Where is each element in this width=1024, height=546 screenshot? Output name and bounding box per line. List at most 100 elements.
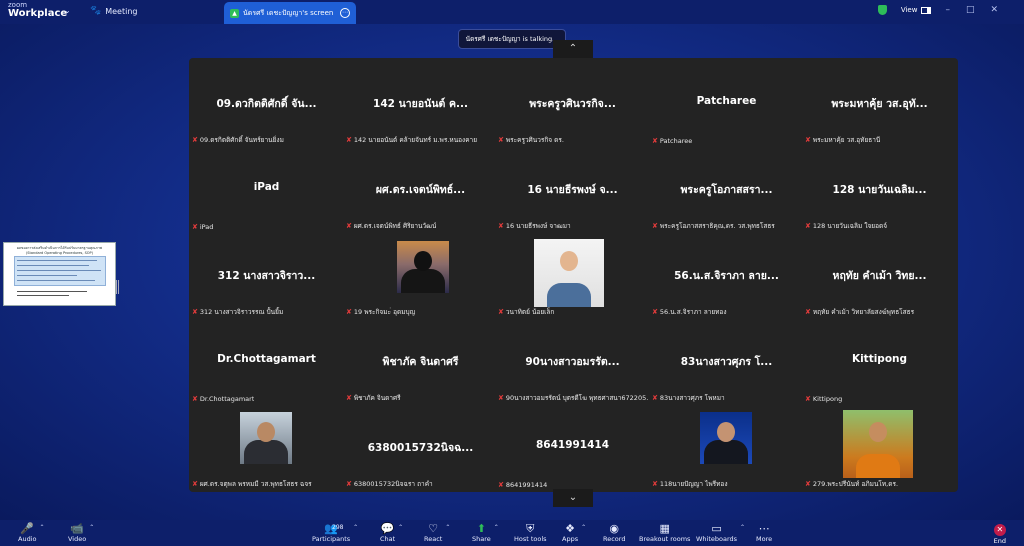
chat-label: Chat <box>380 535 396 543</box>
gallery-prev-page-button[interactable]: ⌃ <box>553 40 593 58</box>
share-button[interactable]: ⬆ Share ⌃ <box>472 522 499 543</box>
gallery-next-page-button[interactable]: ⌄ <box>553 489 593 507</box>
participant-name: 128 นายวันเฉลิม ใจยอดจ์ <box>812 222 888 230</box>
gallery-view: 09.ดวกิตติศักดิ์ จัน... ✘ 09.ดรกิตติศักดิ์… <box>189 58 958 492</box>
chevron-up-icon[interactable]: ⌃ <box>494 524 499 531</box>
chevron-up-icon[interactable]: ⌃ <box>740 524 745 531</box>
participant-display-name: พิชาภัค จินดาศรี <box>382 356 459 368</box>
slide-line <box>17 260 97 261</box>
participant-tile[interactable]: ✘ ผศ.ดร.จตุพล พรหมมี วส.พุทธโสธร ฉจร <box>190 407 343 493</box>
participant-tile[interactable]: Patcharee ✘ Patcharee <box>650 63 803 149</box>
chevron-up-icon[interactable]: ⌃ <box>445 524 450 531</box>
participant-tile[interactable]: 90นางสาวอมรรัต... ✘ 90นางสาวอมรรัตน์ บุตรด… <box>496 321 649 407</box>
participant-name-label: ✘ Dr.Chottagamart <box>192 395 254 403</box>
apps-icon: ❖ <box>565 522 575 535</box>
participant-tile[interactable]: 83นางสาวศุภร โ... ✘ 83นางสาวศุภร โพหมา <box>650 321 803 407</box>
share-label: Share <box>472 535 491 543</box>
participant-display-name: Kittipong <box>851 353 908 365</box>
slide-title: ผลของการส่งเสริมดำเนินการได้รับปรับมาตรฐ… <box>16 246 103 250</box>
participant-tile[interactable]: 6380015732นิจฉ... ✘ 6380015732นิจฉรา ถาคำ <box>344 407 497 493</box>
chevron-up-icon[interactable]: ⌃ <box>398 524 403 531</box>
participant-display-name: 09.ดวกิตติศักดิ์ จัน... <box>216 98 317 110</box>
chevron-up-icon[interactable]: ⌃ <box>353 524 358 531</box>
video-button[interactable]: 📹 Video ⌃ <box>68 522 94 543</box>
participant-name-label: ✘ 312 นางสาวจิราวรรณ ปั้นยิ้ม <box>192 307 283 317</box>
participant-tile[interactable]: Dr.Chottagamart ✘ Dr.Chottagamart <box>190 321 343 407</box>
participant-tile[interactable]: 8641991414 ✘ 8641991414 <box>496 407 649 493</box>
apps-button[interactable]: ❖ Apps ⌃ <box>562 522 586 543</box>
participant-name-label: ✘ 279.พระปรีนันท์ อภิมนโท,ดร. <box>805 479 898 489</box>
slide-line <box>17 280 95 281</box>
close-icon: ✕ <box>993 524 1006 536</box>
shield-icon: ⛨ <box>526 522 535 535</box>
shared-screen-tab[interactable]: ▲ นัดรศรี เดชะปัญญา's screen ⋯ <box>224 2 356 24</box>
participants-button[interactable]: 👥 298 Participants ⌃ <box>312 522 358 543</box>
microphone-muted-icon: ✘ <box>652 137 658 145</box>
microphone-muted-icon: ✘ <box>652 394 658 402</box>
whiteboard-icon: ▭ <box>711 522 722 535</box>
participant-name-label: ✘ หฤทัย คำเม้า วิทยาลัยสงฆ์พุทธโสธร <box>805 307 914 317</box>
participant-name-label: ✘ Patcharee <box>652 137 692 145</box>
participant-tile[interactable]: หฤทัย คำเม้า วิทย... ✘ หฤทัย คำเม้า วิทยาล… <box>803 235 956 321</box>
microphone-muted-icon: ✘ <box>346 222 352 230</box>
end-meeting-button[interactable]: ✕ End <box>994 524 1006 545</box>
audio-button[interactable]: 🎤 Audio ⌃ <box>18 522 44 543</box>
heart-icon: ♡ <box>428 522 439 535</box>
breakout-rooms-button[interactable]: ▦ Breakout rooms <box>639 522 690 543</box>
participant-name-label: ✘ 56.น.ส.จิราภา ลายทอง <box>652 307 727 317</box>
participant-video <box>240 412 292 464</box>
participant-tile[interactable]: 128 นายวันเฉลิม... ✘ 128 นายวันเฉลิม ใจยอด… <box>803 149 956 235</box>
participant-name-label: ✘ ผศ.ดร.จตุพล พรหมมี วส.พุทธโสธร ฉจร <box>192 479 312 489</box>
participant-name-label: ✘ Kittipong <box>805 395 842 403</box>
record-button[interactable]: ◉ Record <box>603 522 625 543</box>
meeting-button[interactable]: 🐾 Meeting <box>90 6 137 16</box>
participant-tile[interactable]: 16 นายธีรพงษ์ จ... ✘ 16 นายธีรพงษ์ จาฒมา <box>496 149 649 235</box>
participant-display-name: หฤทัย คำเม้า วิทย... <box>832 270 927 282</box>
participant-name: ผศ.ดร.เจตน์พิทธ์ ศิริยานวัฒน์ <box>353 222 437 230</box>
react-button[interactable]: ♡ React ⌃ <box>424 522 450 543</box>
layout-icon <box>921 6 932 14</box>
chevron-up-icon[interactable]: ⌃ <box>39 524 44 531</box>
participant-tile[interactable]: ✘ 279.พระปรีนันท์ อภิมนโท,ดร. <box>803 407 956 493</box>
participant-name: พระมหาคุ้ย วส.อุทัยธานี <box>812 136 881 144</box>
participant-tile[interactable]: 312 นางสาวจิราว... ✘ 312 นางสาวจิราวรรณ ปั… <box>190 235 343 321</box>
participant-name: 118นายปัญญา ไพรีทอง <box>659 480 728 488</box>
participant-tile[interactable]: 09.ดวกิตติศักดิ์ จัน... ✘ 09.ดรกิตติศักดิ์… <box>190 63 343 149</box>
participant-name-label: ✘ 90นางสาวอมรรัตน์ บุตรดีโฆ พุทธศาสนา6722… <box>498 393 648 403</box>
participant-tile[interactable]: iPad ✘ iPad <box>190 149 343 235</box>
microphone-muted-icon: ✘ <box>192 136 198 144</box>
host-tools-button[interactable]: ⛨ Host tools <box>514 522 547 543</box>
window-controls[interactable]: –□✕ <box>945 5 1014 15</box>
person-head <box>414 251 432 271</box>
participant-tile[interactable]: ✘ 118นายปัญญา ไพรีทอง <box>650 407 803 493</box>
host-tools-label: Host tools <box>514 535 547 543</box>
view-button[interactable]: View <box>901 6 932 14</box>
resize-handle[interactable] <box>116 280 119 294</box>
apps-label: Apps <box>562 535 579 543</box>
chat-icon: 💬 <box>380 522 395 535</box>
participant-tile[interactable]: พระมหาคุ้ย วส.อุทั... ✘ พระมหาคุ้ย วส.อุทั… <box>803 63 956 149</box>
shared-screen-thumbnail[interactable]: ผลของการส่งเสริมดำเนินการได้รับปรับมาตรฐ… <box>3 242 116 306</box>
chevron-up-icon[interactable]: ⌃ <box>581 524 586 531</box>
participant-tile[interactable]: Kittipong ✘ Kittipong <box>803 321 956 407</box>
chevron-up-icon[interactable]: ⌃ <box>89 524 94 531</box>
participant-tile[interactable]: 142 นายอนันต์ ค... ✘ 142 นายอนันต์ คล้ายจั… <box>344 63 497 149</box>
participant-tile[interactable]: พิชาภัค จินดาศรี ✘ พิชาภัค จินดาศรี <box>344 321 497 407</box>
participant-tile[interactable]: ✘ วนาทิตย์ น้อยเล็ก <box>496 235 649 321</box>
participant-tile[interactable]: ผศ.ดร.เจตน์พิทธ์... ✘ ผศ.ดร.เจตน์พิทธ์ ศิร… <box>344 149 497 235</box>
participant-name-label: ✘ 142 นายอนันต์ คล้ายจันทร์ ม.พร.หนองคาย <box>346 135 477 145</box>
chevron-down-icon[interactable]: ⌄ <box>64 6 71 15</box>
participant-name: วนาทิตย์ น้อยเล็ก <box>505 308 555 316</box>
participant-tile[interactable]: 56.น.ส.จิราภา ลาย... ✘ 56.น.ส.จิราภา ลายทอ… <box>650 235 803 321</box>
microphone-muted-icon: ✘ <box>346 136 352 144</box>
more-options-icon[interactable]: ⋯ <box>340 8 350 18</box>
more-button[interactable]: ⋯ More <box>756 522 772 543</box>
chat-button[interactable]: 💬 Chat ⌃ <box>380 522 403 543</box>
participant-tile[interactable]: พระครูวศินวรกิจ... ✘ พระครูวศินวรกิจ ดร. <box>496 63 649 149</box>
participant-tile[interactable]: พระครูโอภาสสรา... ✘ พระครูโอภาสสราธิคุณ,ดร… <box>650 149 803 235</box>
shield-icon[interactable] <box>877 5 887 15</box>
participant-display-name: 83นางสาวศุภร โ... <box>680 356 773 368</box>
participant-tile[interactable]: ✘ 19 พระกิจมะ่ อุดมบุญ <box>344 235 497 321</box>
participant-name-label: ✘ 128 นายวันเฉลิม ใจยอดจ์ <box>805 221 887 231</box>
whiteboards-button[interactable]: ▭ Whiteboards ⌃ <box>696 522 745 543</box>
